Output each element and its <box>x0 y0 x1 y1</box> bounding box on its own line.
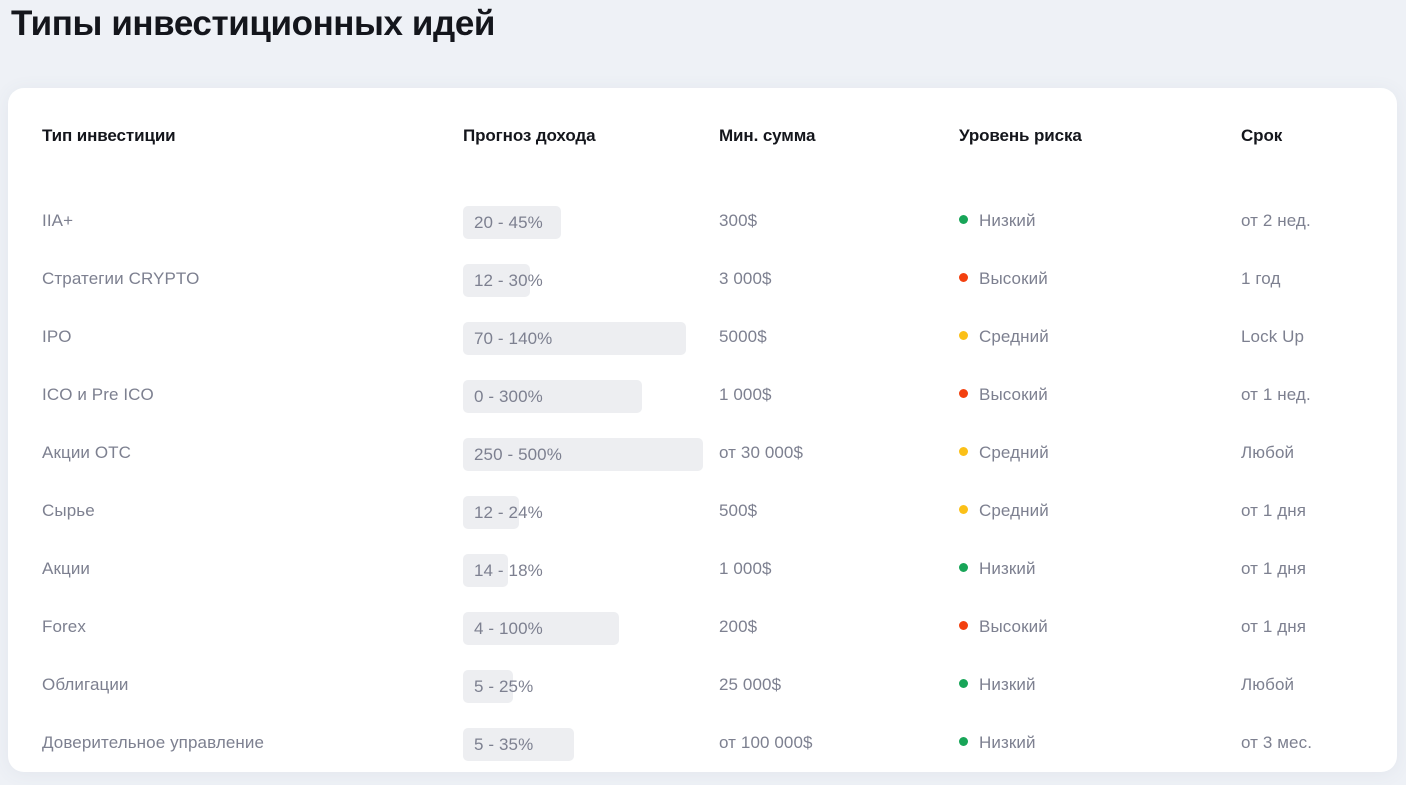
table-row: Акции 14 - 18% 1 000$ Низкий от 1 дня <box>8 540 1397 598</box>
table-row: Доверительное управление 5 - 35% от 100 00… <box>8 714 1397 772</box>
risk-medium-dot-icon <box>959 331 968 340</box>
risk-level-label: Средний <box>979 443 1049 462</box>
yield-value-label: 12 - 30% <box>474 271 543 290</box>
cell-investment-type: Доверительное управление <box>42 733 265 752</box>
cell-investment-type: Облигации <box>42 675 129 694</box>
cell-yield-forecast: 4 - 100% <box>463 612 619 645</box>
risk-level-label: Высокий <box>979 269 1048 288</box>
cell-investment-type: IIA+ <box>42 211 74 230</box>
table-row: Акции OTC 250 - 500% от 30 000$ Средний Любо… <box>8 424 1397 482</box>
risk-high-dot-icon <box>959 273 968 282</box>
yield-value-label: 5 - 35% <box>474 735 534 754</box>
cell-risk-level: Высокий <box>959 366 1048 424</box>
cell-yield-forecast: 20 - 45% <box>463 206 561 239</box>
cell-investment-type: Forex <box>42 617 86 636</box>
cell-term: Любой <box>1241 443 1295 462</box>
table-row: ICO и Pre ICO 0 - 300% 1 000$ Высокий от 1 н… <box>8 366 1397 424</box>
cell-term: Любой <box>1241 675 1295 694</box>
cell-min-amount: от 30 000$ <box>719 443 804 462</box>
table-header-row: Тип инвестиции Прогноз дохода Мин. сумма… <box>8 88 1397 192</box>
cell-risk-level: Низкий <box>959 656 1036 714</box>
table-row: Облигации 5 - 25% 25 000$ Низкий Любой <box>8 656 1397 714</box>
risk-high-dot-icon <box>959 389 968 398</box>
cell-min-amount: 500$ <box>719 501 758 520</box>
cell-term: от 2 нед. <box>1241 211 1311 230</box>
cell-risk-level: Низкий <box>959 714 1036 772</box>
column-header-risk: Уровень риска <box>959 126 1082 145</box>
cell-min-amount: 200$ <box>719 617 758 636</box>
cell-investment-type: Стратегии CRYPTO <box>42 269 200 288</box>
cell-yield-forecast: 12 - 30% <box>463 264 543 297</box>
cell-yield-forecast: 14 - 18% <box>463 554 543 587</box>
yield-value-label: 12 - 24% <box>474 503 543 522</box>
cell-risk-level: Средний <box>959 424 1049 482</box>
page-title: Типы инвестиционных идей <box>11 4 496 43</box>
cell-min-amount: 5000$ <box>719 327 767 346</box>
cell-investment-type: ICO и Pre ICO <box>42 385 154 404</box>
investment-types-card: Тип инвестиции Прогноз дохода Мин. сумма… <box>8 88 1397 772</box>
yield-value-label: 5 - 25% <box>474 677 534 696</box>
cell-risk-level: Высокий <box>959 250 1048 308</box>
risk-level-label: Высокий <box>979 385 1048 404</box>
yield-value-label: 0 - 300% <box>474 387 543 406</box>
column-header-term: Срок <box>1241 126 1283 145</box>
risk-level-label: Высокий <box>979 617 1048 636</box>
cell-risk-level: Низкий <box>959 192 1036 250</box>
risk-low-dot-icon <box>959 563 968 572</box>
table-row: Стратегии CRYPTO 12 - 30% 3 000$ Высокий 1 г… <box>8 250 1397 308</box>
risk-low-dot-icon <box>959 215 968 224</box>
risk-low-dot-icon <box>959 679 968 688</box>
risk-low-dot-icon <box>959 737 968 746</box>
table-body: IIA+ 20 - 45% 300$ Низкий от 2 нед. Стратегии… <box>8 192 1397 772</box>
table-row: Сырье 12 - 24% 500$ Средний от 1 дня <box>8 482 1397 540</box>
cell-term: 1 год <box>1241 269 1281 288</box>
cell-risk-level: Средний <box>959 308 1049 366</box>
risk-level-label: Средний <box>979 327 1049 346</box>
cell-investment-type: Акции <box>42 559 91 578</box>
cell-yield-forecast: 250 - 500% <box>463 438 703 471</box>
cell-min-amount: 300$ <box>719 211 758 230</box>
cell-yield-forecast: 70 - 140% <box>463 322 686 355</box>
cell-investment-type: Акции OTC <box>42 443 132 462</box>
table-row: Forex 4 - 100% 200$ Высокий от 1 дня <box>8 598 1397 656</box>
risk-level-label: Низкий <box>979 675 1036 694</box>
cell-term: от 1 дня <box>1241 617 1307 636</box>
cell-investment-type: IPO <box>42 327 72 346</box>
risk-level-label: Низкий <box>979 559 1036 578</box>
risk-level-label: Низкий <box>979 733 1036 752</box>
cell-min-amount: 3 000$ <box>719 269 772 288</box>
cell-term: от 1 дня <box>1241 559 1307 578</box>
risk-level-label: Средний <box>979 501 1049 520</box>
cell-min-amount: 25 000$ <box>719 675 782 694</box>
risk-level-label: Низкий <box>979 211 1036 230</box>
cell-term: Lock Up <box>1241 327 1305 346</box>
cell-min-amount: 1 000$ <box>719 385 772 404</box>
cell-yield-forecast: 5 - 25% <box>463 670 533 703</box>
column-header-yield: Прогноз дохода <box>463 126 596 145</box>
cell-term: от 3 мес. <box>1241 733 1313 752</box>
cell-yield-forecast: 5 - 35% <box>463 728 574 761</box>
yield-value-label: 4 - 100% <box>474 619 543 638</box>
table-row: IPO 70 - 140% 5000$ Средний Lock Up <box>8 308 1397 366</box>
cell-yield-forecast: 0 - 300% <box>463 380 642 413</box>
risk-high-dot-icon <box>959 621 968 630</box>
column-header-amount: Мин. сумма <box>719 126 816 145</box>
column-header-type: Тип инвестиции <box>42 126 176 145</box>
table-row: IIA+ 20 - 45% 300$ Низкий от 2 нед. <box>8 192 1397 250</box>
yield-value-label: 20 - 45% <box>474 213 543 232</box>
cell-risk-level: Средний <box>959 482 1049 540</box>
yield-value-label: 14 - 18% <box>474 561 543 580</box>
cell-min-amount: от 100 000$ <box>719 733 813 752</box>
cell-term: от 1 нед. <box>1241 385 1311 404</box>
cell-investment-type: Сырье <box>42 501 95 520</box>
cell-risk-level: Низкий <box>959 540 1036 598</box>
cell-min-amount: 1 000$ <box>719 559 772 578</box>
cell-term: от 1 дня <box>1241 501 1307 520</box>
yield-value-label: 70 - 140% <box>474 329 553 348</box>
cell-yield-forecast: 12 - 24% <box>463 496 543 529</box>
risk-medium-dot-icon <box>959 505 968 514</box>
cell-risk-level: Высокий <box>959 598 1048 656</box>
risk-medium-dot-icon <box>959 447 968 456</box>
yield-value-label: 250 - 500% <box>474 445 562 464</box>
